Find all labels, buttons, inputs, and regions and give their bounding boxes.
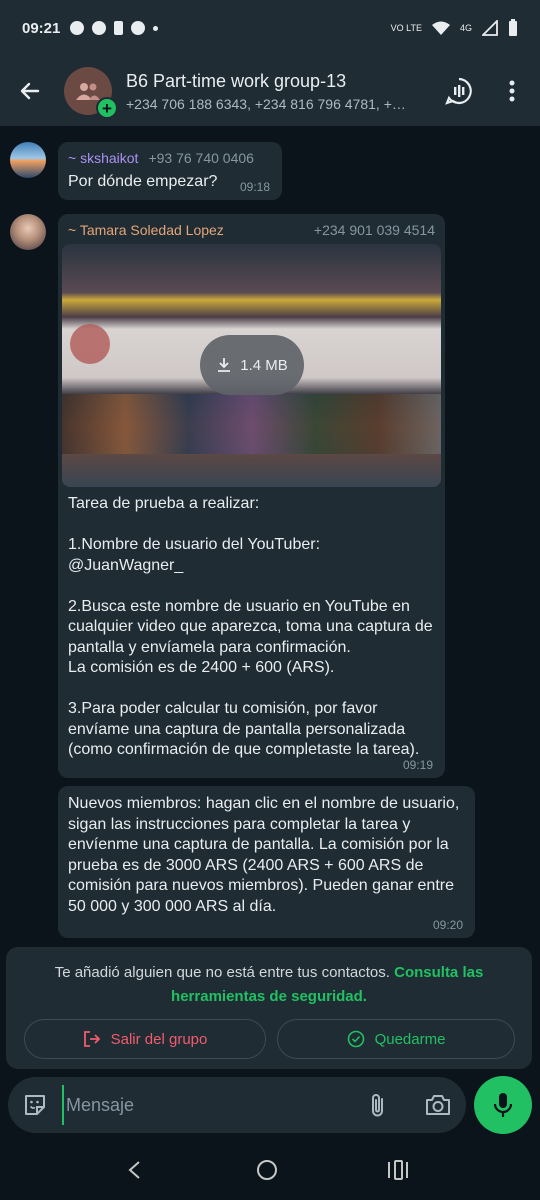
chat-header: + B6 Part-time work group-13 +234 706 18… [0,56,540,126]
message-bubble[interactable]: Nuevos miembros: hagan clic en el nombre… [58,786,475,938]
leave-group-label: Salir del grupo [110,1030,208,1048]
group-info[interactable]: B6 Part-time work group-13 +234 706 188 … [126,71,426,112]
stay-label: Quedarme [374,1030,446,1048]
avatar-tamara[interactable] [10,214,46,250]
message-time: 09:19 [402,758,433,772]
group-avatar[interactable]: + [64,67,118,119]
blurred-thumbnail [70,324,110,364]
volte-indicator: VO LTE [390,23,422,33]
avatar-skshaikot[interactable] [10,142,46,178]
paperclip-icon [372,1094,383,1117]
sticker-icon [25,1095,45,1115]
message-sender[interactable]: ~ Tamara Soledad Lopez [68,222,224,238]
check-circle-icon [347,1030,364,1048]
signal-icon [482,20,498,36]
download-size: 1.4 MB [240,356,288,374]
voice-chat-icon [445,77,472,105]
chat-area[interactable]: ~ skshaikot +93 76 740 0406 Por dónde em… [0,126,540,946]
message-time: 09:18 [239,180,270,194]
add-contact-icon: + [96,97,118,119]
facebook-icon [70,21,85,35]
battery-saver-icon [114,21,124,35]
download-button[interactable]: 1.4 MB [200,335,304,395]
message-bubble[interactable]: ~ skshaikot +93 76 740 0406 Por dónde em… [58,142,282,200]
security-banner: Te añadió alguien que no está entre tus … [6,947,532,1069]
attach-button[interactable] [358,1085,398,1125]
accessibility-icon [92,21,107,35]
exit-icon [83,1031,100,1047]
camera-button[interactable] [418,1085,458,1125]
message-input[interactable] [62,1085,342,1125]
message-time: 09:20 [432,918,463,932]
message-phone: +234 901 039 4514 [313,222,435,238]
compose-bar [8,1077,466,1133]
wifi-icon [431,21,450,35]
voice-message-button[interactable] [474,1076,532,1134]
message-bubble[interactable]: ~ Tamara Soledad Lopez +234 901 039 4514… [58,214,445,778]
message-sender[interactable]: ~ skshaikot [68,150,138,166]
nav-recents-icon [388,1160,408,1180]
soccer-ball-icon [131,21,146,35]
more-notifications-dot [153,25,159,31]
download-icon [218,358,231,372]
nav-home-icon [257,1160,277,1180]
message-text: Tarea de prueba a realizar: 1.Nombre de … [68,495,433,758]
leave-group-button[interactable]: Salir del grupo [24,1019,266,1059]
image-attachment[interactable]: 1.4 MB [62,244,441,487]
back-button[interactable] [0,61,60,121]
message-phone: +93 76 740 0406 [148,150,254,166]
camera-icon [426,1095,450,1115]
status-time: 09:21 [22,19,61,37]
more-vert-icon [509,80,515,102]
stay-button[interactable]: Quedarme [277,1019,515,1059]
microphone-icon [493,1093,513,1117]
arrow-left-icon [20,82,40,100]
group-name: B6 Part-time work group-13 [126,70,347,91]
nav-back-icon [128,1161,140,1179]
message-text: Nuevos miembros: hagan clic en el nombre… [68,795,464,915]
voice-chat-button[interactable] [438,70,480,112]
network-type: 4G [459,23,472,33]
nav-recents-button[interactable] [378,1152,418,1188]
status-bar: 09:21 VO LTE 4G [0,0,540,56]
more-options-button[interactable] [492,70,532,112]
system-nav-bar [0,1140,540,1200]
sticker-button[interactable] [8,1077,62,1133]
security-note-text: Te añadió alguien que no está entre tus … [54,964,395,981]
blurred-thumbnail [62,394,441,454]
nav-home-button[interactable] [247,1152,287,1188]
group-icon [76,83,100,100]
nav-back-button[interactable] [114,1152,154,1188]
group-members: +234 706 188 6343, +234 816 796 4781, +… [126,95,406,112]
battery-icon [509,19,517,36]
security-note: Te añadió alguien que no está entre tus … [26,961,512,1009]
